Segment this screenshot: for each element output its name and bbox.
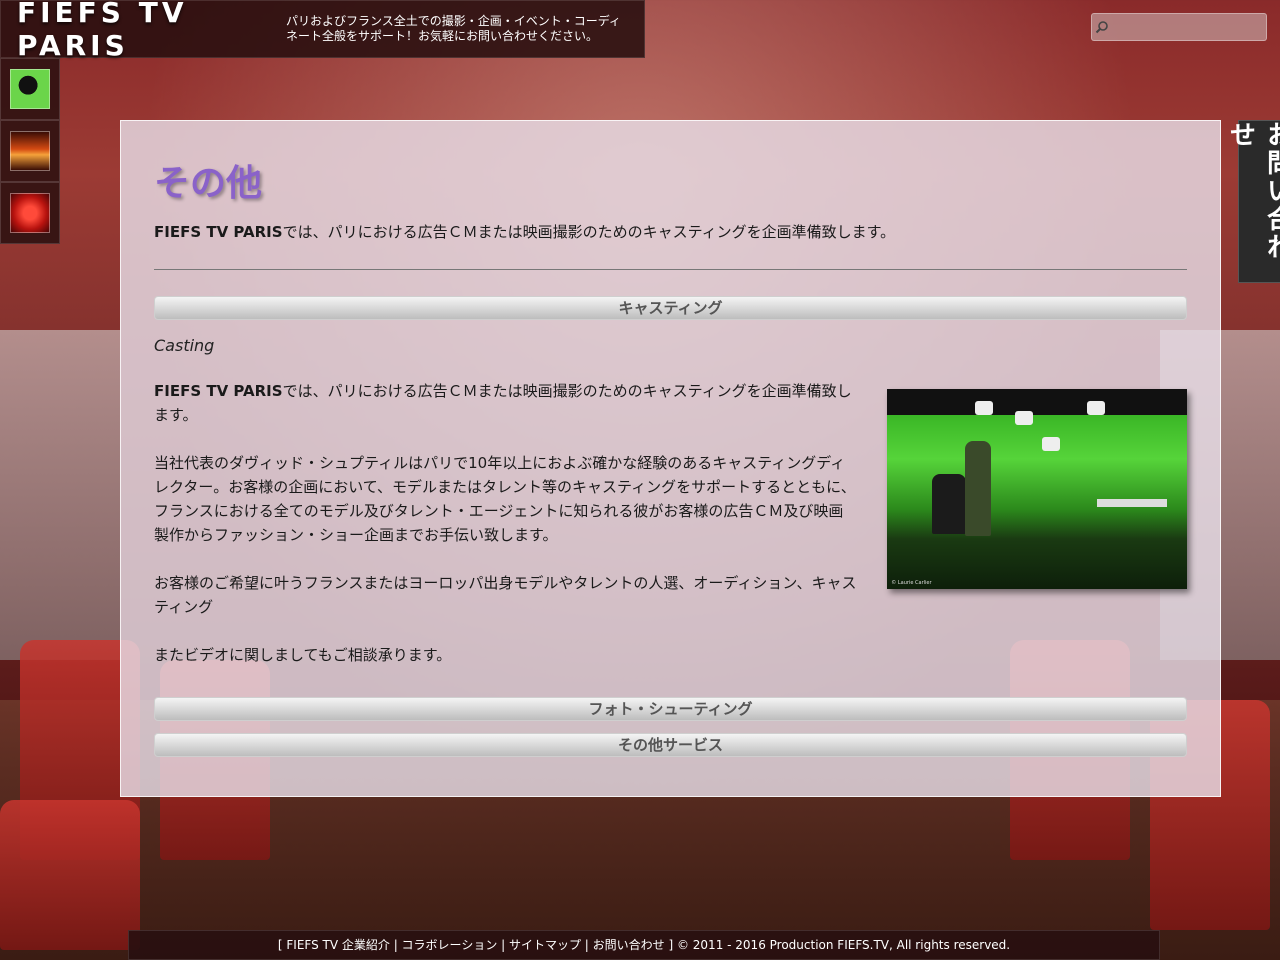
site-tagline: パリおよびフランス全土での撮影・企画・イベント・コーディネート全般をサポート！お… [286, 14, 621, 43]
divider [154, 269, 1187, 270]
photo-lamp [1015, 411, 1034, 425]
page-title: その他 [154, 163, 263, 204]
search-icon [1092, 15, 1111, 39]
photo-person [932, 474, 967, 534]
content-panel: その他 FIEFS TV PARISでは、パリにおける広告ＣＭまたは映画撮影のた… [120, 120, 1221, 797]
photo-lamp [975, 401, 994, 415]
thumbnail-link-3[interactable] [0, 182, 60, 244]
thumbnail-nav [0, 58, 60, 244]
thumbnail-link-2[interactable] [0, 120, 60, 182]
casting-subtitle: Casting [154, 336, 215, 355]
thumbnail-link-1[interactable] [0, 58, 60, 120]
casting-paragraph-4: またビデオに関しましてもご相談承ります。 [154, 646, 452, 664]
casting-paragraph-1: FIEFS TV PARISでは、パリにおける広告ＣＭまたは映画撮影のためのキャ… [154, 379, 858, 427]
accordion-casting[interactable]: キャスティング [154, 296, 1187, 320]
thumbnail-image [10, 69, 50, 109]
photo-caption: © Laurie Carlier [891, 580, 932, 586]
intro-brand: FIEFS TV PARIS [154, 223, 283, 241]
photo-person [965, 441, 992, 536]
background-seat [0, 800, 140, 950]
accordion-other-services[interactable]: その他サービス [154, 733, 1187, 757]
casting-brand: FIEFS TV PARIS [154, 382, 283, 400]
casting-paragraph-2: 当社代表のダヴィッド・シュプティルはパリで10年以上におよぶ確かな経験のあるキャ… [154, 454, 856, 544]
background-window-left [0, 330, 120, 660]
search-box[interactable] [1091, 13, 1267, 41]
intro-body: では、パリにおける広告ＣＭまたは映画撮影のためのキャスティングを企画準備致します… [282, 223, 896, 241]
photo-lighting-rig [887, 389, 1187, 415]
photo-lamp [1087, 401, 1106, 415]
intro-text: FIEFS TV PARISでは、パリにおける広告ＣＭまたは映画撮影のためのキャ… [154, 221, 1187, 243]
casting-paragraph-3: お客様のご希望に叶うフランスまたはヨーロッパ出身モデルやタレントの人選、オーディ… [154, 574, 857, 616]
site-title[interactable]: FIEFS TV PARIS [1, 0, 286, 62]
site-footer: [ FIEFS TV 企業紹介 | コラボレーション | サイトマップ | お問… [128, 930, 1160, 960]
casting-body: FIEFS TV PARISでは、パリにおける広告ＣＭまたは映画撮影のためのキャ… [154, 379, 858, 667]
photo-lamp [1042, 437, 1061, 451]
site-header: FIEFS TV PARIS パリおよびフランス全土での撮影・企画・イベント・コ… [0, 0, 645, 62]
footer-links[interactable]: [ FIEFS TV 企業紹介 | コラボレーション | サイトマップ | お問… [278, 938, 1010, 952]
search-input[interactable] [1111, 15, 1266, 39]
photo-desk [1097, 499, 1168, 507]
thumbnail-image [10, 131, 50, 171]
accordion-photo-shooting[interactable]: フォト・シューティング [154, 697, 1187, 721]
studio-photo: © Laurie Carlier [887, 389, 1187, 589]
thumbnail-image [10, 193, 50, 233]
contact-tab[interactable]: お問い合わせ [1226, 120, 1280, 283]
casting-content: FIEFS TV PARISでは、パリにおける広告ＣＭまたは映画撮影のためのキャ… [154, 379, 1187, 667]
